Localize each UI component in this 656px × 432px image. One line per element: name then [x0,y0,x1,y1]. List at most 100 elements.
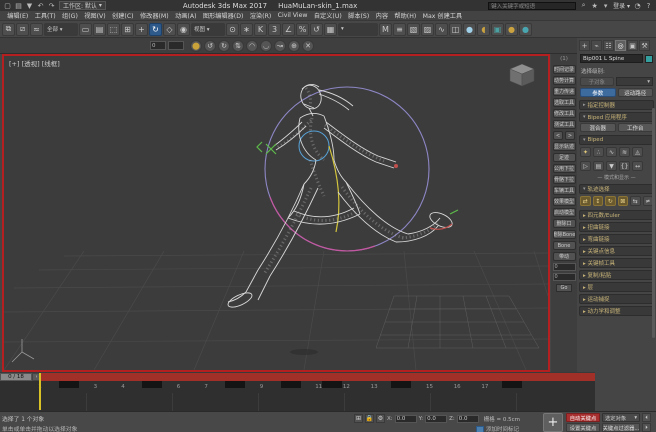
select-and-place[interactable]: ◉ [177,23,190,36]
schematic-view[interactable]: ◫ [449,23,462,36]
search-input[interactable]: 键入关键字或短语 [488,2,576,10]
rotation-gizmo[interactable] [265,87,429,251]
render-production[interactable]: ● [505,23,518,36]
y-field[interactable]: 0.0 [425,415,447,423]
rollout-collapsed-6[interactable]: ▸ 层 [579,282,654,292]
material-editor[interactable]: ● [463,23,476,36]
track-selection-icon-1[interactable]: ↕ [593,196,604,206]
titlebar-icon-1[interactable]: ★ [590,1,599,10]
modes-display-expander[interactable]: — 模式和显示 — [577,173,656,182]
sub-object-button[interactable]: 子对象 [580,77,614,86]
sub-toolbar-icon-8[interactable]: ✕ [302,40,314,52]
titlebar-icon-2[interactable]: ▾ [601,1,610,10]
rollout-collapsed-0[interactable]: ▸ 四元数/Euler [579,210,654,220]
rollout-collapsed-8[interactable]: ▸ 动力学和调整 [579,306,654,316]
view-cube[interactable] [510,64,534,86]
strip-button-2[interactable]: 重力传递 [553,87,576,96]
viewport-nav-icon-0[interactable]: ⏴ [642,413,651,422]
strip-button-10[interactable]: 公用下拉 [553,164,576,173]
strip-button-16[interactable]: 删除Bone [553,230,576,239]
current-frame-marker[interactable] [39,373,41,410]
track-key-frame-2[interactable] [59,381,79,388]
mirror[interactable]: M [379,23,392,36]
render-iterative[interactable]: ● [519,23,532,36]
object-name-field[interactable]: Bip001 L Spine [580,54,643,63]
tab-utilities[interactable]: ⚒ [639,40,650,51]
tab-create[interactable]: + [579,40,590,51]
rollout-collapsed-7[interactable]: ▸ 运动捕捉 [579,294,654,304]
wireframe-character[interactable] [226,82,454,310]
menu-6[interactable]: 动画(A) [172,11,200,20]
object-color-swatch[interactable] [645,55,653,63]
track-key-frame-11.5[interactable] [322,381,342,388]
menu-12[interactable]: 内容 [372,11,391,20]
add-time-tag[interactable]: 添加时间标记 [476,425,519,432]
rollout-collapsed-1[interactable]: ▸ 扭曲链接 [579,222,654,232]
rollout-biped-apps[interactable]: ▾Biped 应用程序 [579,112,654,122]
tab-display[interactable]: ▣ [627,40,638,51]
z-field[interactable]: 0.0 [457,415,479,423]
strip-spinner-1[interactable]: 0 [553,263,576,271]
track-selection-icon-4[interactable]: ⇆ [630,196,641,206]
tab-modify[interactable]: ⌁ [591,40,602,51]
biped-mode-icon-4[interactable]: ◬ [632,147,643,157]
menu-3[interactable]: 视图(V) [81,11,109,20]
select-and-scale[interactable]: ◇ [163,23,176,36]
align[interactable]: ≡ [393,23,406,36]
strip-button-11[interactable]: 骨骼下拉 [553,175,576,184]
titlebar-icon-0[interactable]: ⌕ [579,1,588,10]
viewport-nav-icon-1[interactable]: ⏵ [642,423,651,432]
use-pivot-point-center[interactable]: ⊙ [226,23,239,36]
strip-button-4[interactable]: 修改工具 [553,109,576,118]
strip-button-5[interactable]: 测试工具 [553,120,576,129]
percent-snap[interactable]: % [296,23,309,36]
biped-file-icon-2[interactable]: ▼ [606,161,617,171]
set-key-button[interactable]: 设置关键点 [566,423,600,432]
help-icon-0[interactable]: ◔ [633,1,642,10]
biped-mode-icon-0[interactable]: ✦ [580,147,591,157]
sub-toolbar-icon-4[interactable]: ◠ [246,40,258,52]
edit-named-selection-sets[interactable]: ▦ [324,23,337,36]
menu-0[interactable]: 编辑(E) [4,11,32,20]
sub-toolbar-icon-3[interactable]: ⇅ [232,40,244,52]
select-and-manipulate[interactable]: ∗ [240,23,253,36]
spinner-snap[interactable]: ↺ [310,23,323,36]
quick-access-icon-1[interactable]: ▤ [14,1,23,10]
rollout-collapsed-4[interactable]: ▸ 关键帧工具 [579,258,654,268]
strip-button-14[interactable]: 启动模型 [553,208,576,217]
sign-in-button[interactable]: 登录 ▾ [613,1,630,10]
bind-to-space-warp[interactable]: ≈ [30,23,43,36]
biped-mode-icon-1[interactable]: ∴ [593,147,604,157]
reference-coordinate-system[interactable]: 视图 ▾ [191,23,225,36]
select-and-move[interactable]: + [135,23,148,36]
strip-spinner-2[interactable]: 0 [553,273,576,281]
time-slider[interactable]: 0 / 18 › [0,372,595,381]
track-key-frame-10[interactable] [281,381,301,388]
viewport-label[interactable]: [+] [透视] [线框] [9,58,60,68]
strip-go-button[interactable]: Go [556,284,572,292]
menu-7[interactable]: 图形编辑器(D) [200,11,247,20]
track-key-frame-5[interactable] [142,381,162,388]
selected-filter-dropdown[interactable]: 选定对象▾ [602,413,640,422]
key-filters-button[interactable]: 关键点过滤器... [602,423,640,432]
coord-icon-1[interactable]: 🔒 [365,414,374,423]
angle-snap[interactable]: ∠ [282,23,295,36]
strip-button-8[interactable]: 显示轨迹 [553,142,576,151]
strip-button-13[interactable]: 效果模型 [553,197,576,206]
sub-toolbar-icon-2[interactable]: ↻ [218,40,230,52]
tab-hierarchy[interactable]: ☷ [603,40,614,51]
select-by-name[interactable]: ▤ [93,23,106,36]
time-slider-track-autokey[interactable] [41,373,595,381]
coord-icon-2[interactable]: ⚙ [376,414,385,423]
track-key-frame-14[interactable] [391,381,411,388]
sub-toolbar-icon-5[interactable]: ◡ [260,40,272,52]
parameters-button[interactable]: 参数 [580,88,616,97]
biped-file-icon-4[interactable]: ↔ [632,161,643,171]
rollout-collapsed-3[interactable]: ▸ 关键点信息 [579,246,654,256]
panel-scrollbar[interactable] [652,108,655,338]
x-field[interactable]: 0.0 [395,415,417,423]
rollout-assign-controller[interactable]: ▸指定控制器 [579,100,654,110]
select-and-link[interactable]: ⧉ [2,23,15,36]
sub-toolbar-icon-6[interactable]: ↝ [274,40,286,52]
time-slider-handle[interactable]: 0 / 18 [0,373,32,381]
